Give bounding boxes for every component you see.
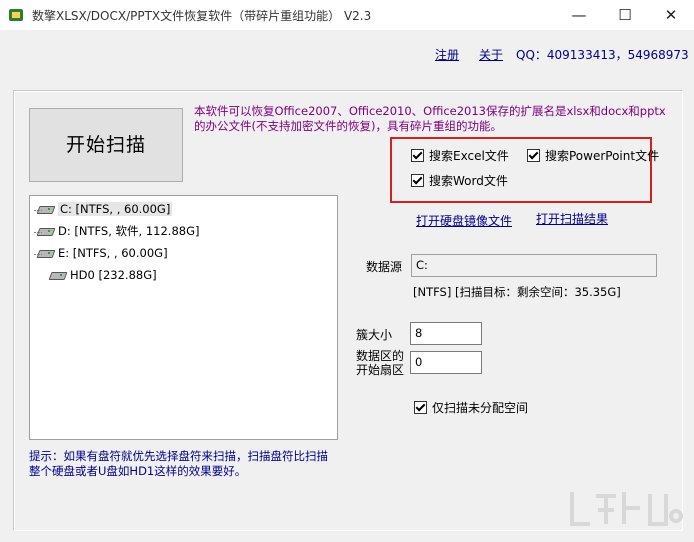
maximize-button[interactable]: ☐ bbox=[602, 0, 648, 30]
only-unallocated-checkbox[interactable]: 仅扫描未分配空间 bbox=[414, 399, 528, 416]
tree-connector bbox=[34, 210, 42, 211]
close-button[interactable]: ✕ bbox=[648, 0, 694, 30]
search-word-checkbox[interactable]: 搜索Word文件 bbox=[411, 172, 508, 189]
physical-disk-icon bbox=[50, 270, 66, 280]
search-powerpoint-checkbox[interactable]: 搜索PowerPoint文件 bbox=[527, 147, 659, 164]
hard-drive-icon bbox=[38, 204, 54, 214]
drive-label: HD0 [232.88G] bbox=[70, 268, 157, 282]
tree-connector bbox=[34, 254, 42, 255]
qq-contact: QQ：409133413，54968973 bbox=[516, 48, 689, 62]
title-bar: 数擎XLSX/DOCX/PPTX文件恢复软件（带碎片重组功能） V2.3 — ☐… bbox=[0, 0, 694, 30]
data-start-sector-label-line2: 开始扇区 bbox=[356, 363, 405, 377]
search-word-label: 搜索Word文件 bbox=[429, 174, 508, 188]
drive-label: C: [NTFS, , 60.00G] bbox=[58, 202, 173, 216]
description-text: 本软件可以恢复Office2007、Office2010、Office2013保… bbox=[194, 104, 666, 133]
app-icon bbox=[9, 9, 23, 21]
hard-drive-icon bbox=[38, 226, 54, 236]
drive-item-hd0[interactable]: HD0 [232.88G] bbox=[50, 266, 157, 284]
search-excel-checkbox[interactable]: 搜索Excel文件 bbox=[411, 147, 509, 164]
checkbox-checked-icon bbox=[414, 401, 427, 414]
drive-list[interactable]: C: [NTFS, , 60.00G] D: [NTFS, 软件, 112.88… bbox=[29, 195, 338, 440]
open-disk-image-link[interactable]: 打开硬盘镜像文件 bbox=[416, 212, 512, 229]
register-link[interactable]: 注册 bbox=[435, 46, 459, 63]
drive-label: D: [NTFS, 软件, 112.88G] bbox=[58, 224, 200, 238]
data-start-sector-input[interactable]: 0 bbox=[410, 351, 482, 374]
checkbox-checked-icon bbox=[411, 174, 424, 187]
drive-item-d[interactable]: D: [NTFS, 软件, 112.88G] bbox=[38, 222, 199, 240]
watermark-logo bbox=[570, 492, 683, 526]
drive-item-c[interactable]: C: [NTFS, , 60.00G] bbox=[38, 200, 173, 218]
data-source-field: C: bbox=[411, 254, 657, 277]
cluster-size-input[interactable]: 8 bbox=[410, 322, 482, 345]
minimize-button[interactable]: — bbox=[556, 0, 602, 30]
cluster-size-label: 簇大小 bbox=[356, 328, 393, 342]
drive-label: E: [NTFS, , 60.00G] bbox=[58, 246, 168, 260]
scan-target-status: [NTFS] [扫描目标：剩余空间：35.35G] bbox=[413, 285, 621, 299]
window-title: 数擎XLSX/DOCX/PPTX文件恢复软件（带碎片重组功能） V2.3 bbox=[32, 9, 372, 23]
tree-connector bbox=[34, 232, 42, 233]
search-powerpoint-label: 搜索PowerPoint文件 bbox=[545, 149, 660, 163]
data-start-sector-label: 数据区的 开始扇区 bbox=[356, 349, 404, 377]
hard-drive-icon bbox=[38, 248, 54, 258]
data-start-sector-label-line1: 数据区的 bbox=[356, 349, 405, 363]
start-scan-button[interactable]: 开始扫描 bbox=[29, 108, 183, 182]
drive-item-e[interactable]: E: [NTFS, , 60.00G] bbox=[38, 244, 168, 262]
hint-text: 提示：如果有盘符就优先选择盘符来扫描，扫描盘符比扫描整个硬盘或者U盘如HD1这样… bbox=[29, 449, 328, 478]
checkbox-checked-icon bbox=[527, 149, 540, 162]
checkbox-checked-icon bbox=[411, 149, 424, 162]
only-unallocated-label: 仅扫描未分配空间 bbox=[432, 401, 529, 415]
search-excel-label: 搜索Excel文件 bbox=[429, 149, 509, 163]
open-scan-result-link[interactable]: 打开扫描结果 bbox=[536, 210, 608, 227]
data-source-label: 数据源 bbox=[366, 260, 403, 274]
about-link[interactable]: 关于 bbox=[479, 46, 503, 63]
